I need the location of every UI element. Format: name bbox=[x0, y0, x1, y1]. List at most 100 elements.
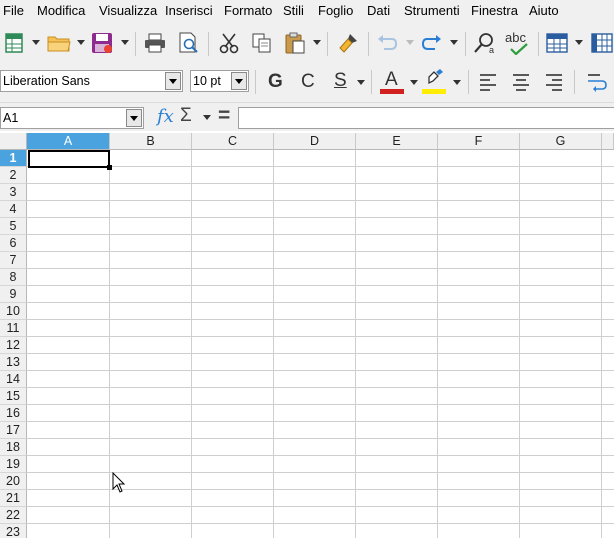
column-header-b[interactable]: B bbox=[110, 133, 192, 150]
wrap-text-button[interactable] bbox=[586, 72, 608, 95]
row-header-15[interactable]: 15 bbox=[0, 388, 27, 405]
redo-dropdown-icon[interactable] bbox=[450, 40, 458, 45]
row-header-11[interactable]: 11 bbox=[0, 320, 27, 337]
name-box[interactable]: A1 bbox=[0, 107, 144, 129]
row-header-4[interactable]: 4 bbox=[0, 201, 27, 218]
menu-strumenti[interactable]: Strumenti bbox=[404, 3, 460, 18]
menu-aiuto[interactable]: Aiuto bbox=[529, 3, 559, 18]
font-name-combo[interactable]: Liberation Sans bbox=[0, 70, 183, 92]
font-size-dropdown-icon[interactable] bbox=[231, 72, 247, 90]
formula-button[interactable]: = bbox=[218, 104, 230, 128]
sum-dropdown-icon[interactable] bbox=[203, 115, 211, 120]
column-header-c[interactable]: C bbox=[192, 133, 274, 150]
font-name-dropdown-icon[interactable] bbox=[165, 72, 181, 90]
print-button[interactable] bbox=[143, 29, 167, 57]
find-replace-icon: a bbox=[474, 33, 494, 55]
highlight-dropdown-icon[interactable] bbox=[453, 80, 461, 85]
align-left-button[interactable] bbox=[478, 72, 498, 95]
open-button[interactable] bbox=[46, 29, 72, 57]
cut-button[interactable] bbox=[216, 29, 242, 57]
menu-foglio[interactable]: Foglio bbox=[318, 3, 353, 18]
row-header-2[interactable]: 2 bbox=[0, 167, 27, 184]
row-header-1[interactable]: 1 bbox=[0, 150, 27, 167]
align-left-icon bbox=[480, 74, 496, 91]
row-header-9[interactable]: 9 bbox=[0, 286, 27, 303]
menu-stili[interactable]: Stili bbox=[283, 3, 304, 18]
formula-input[interactable] bbox=[238, 107, 614, 129]
select-all-corner[interactable] bbox=[0, 133, 27, 150]
copy-button[interactable] bbox=[250, 29, 274, 57]
highlight-button[interactable] bbox=[422, 69, 446, 97]
name-box-value: A1 bbox=[3, 111, 19, 125]
find-replace-button[interactable]: a bbox=[472, 29, 498, 57]
new-spreadsheet-button[interactable] bbox=[4, 29, 24, 57]
underline-button[interactable]: S bbox=[334, 70, 347, 92]
row-gridline bbox=[27, 285, 614, 286]
print-preview-button[interactable] bbox=[177, 29, 201, 57]
paste-dropdown-icon[interactable] bbox=[313, 40, 321, 45]
column-gridline bbox=[601, 150, 602, 538]
row-gridline bbox=[27, 183, 614, 184]
row-header-23[interactable]: 23 bbox=[0, 524, 27, 538]
active-cell-a1[interactable] bbox=[28, 150, 110, 168]
align-right-button[interactable] bbox=[544, 72, 564, 95]
save-dropdown-icon[interactable] bbox=[121, 40, 129, 45]
font-color-dropdown-icon[interactable] bbox=[410, 80, 418, 85]
row-header-19[interactable]: 19 bbox=[0, 456, 27, 473]
menu-finestra[interactable]: Finestra bbox=[471, 3, 518, 18]
clone-formatting-button[interactable] bbox=[336, 29, 360, 57]
row-gridline bbox=[27, 523, 614, 524]
row-header-5[interactable]: 5 bbox=[0, 218, 27, 235]
save-button[interactable] bbox=[90, 29, 114, 57]
row-header-3[interactable]: 3 bbox=[0, 184, 27, 201]
menu-inserisci[interactable]: Inserisci bbox=[165, 3, 213, 18]
columns-button[interactable] bbox=[590, 29, 614, 57]
function-wizard-button[interactable]: fx bbox=[157, 106, 174, 127]
row-header-17[interactable]: 17 bbox=[0, 422, 27, 439]
undo-dropdown-icon[interactable] bbox=[406, 40, 414, 45]
column-header-e[interactable]: E bbox=[356, 133, 438, 150]
row-header-10[interactable]: 10 bbox=[0, 303, 27, 320]
rows-dropdown-icon[interactable] bbox=[575, 40, 583, 45]
spelling-button[interactable]: abc bbox=[504, 29, 532, 57]
toolbar-separator bbox=[371, 70, 372, 94]
row-header-6[interactable]: 6 bbox=[0, 235, 27, 252]
toolbar-separator bbox=[465, 32, 466, 56]
row-header-13[interactable]: 13 bbox=[0, 354, 27, 371]
italic-button[interactable]: C bbox=[301, 71, 315, 93]
paste-button[interactable] bbox=[283, 29, 307, 57]
align-center-button[interactable] bbox=[511, 72, 531, 95]
row-header-18[interactable]: 18 bbox=[0, 439, 27, 456]
menu-modifica[interactable]: Modifica bbox=[37, 3, 85, 18]
column-header-d[interactable]: D bbox=[274, 133, 356, 150]
autofill-handle[interactable] bbox=[107, 165, 112, 170]
column-header-a[interactable]: A bbox=[27, 133, 110, 150]
undo-button[interactable] bbox=[374, 29, 400, 57]
bold-button[interactable]: G bbox=[268, 71, 283, 93]
row-header-16[interactable]: 16 bbox=[0, 405, 27, 422]
menu-visualizza[interactable]: Visualizza bbox=[99, 3, 157, 18]
column-header-f[interactable]: F bbox=[438, 133, 520, 150]
open-dropdown-icon[interactable] bbox=[77, 40, 85, 45]
menu-dati[interactable]: Dati bbox=[367, 3, 390, 18]
redo-button[interactable] bbox=[419, 29, 445, 57]
menu-file[interactable]: File bbox=[3, 3, 24, 18]
sum-button[interactable]: Σ bbox=[180, 105, 192, 127]
row-header-8[interactable]: 8 bbox=[0, 269, 27, 286]
underline-dropdown-icon[interactable] bbox=[357, 80, 365, 85]
menu-formato[interactable]: Formato bbox=[224, 3, 272, 18]
row-header-22[interactable]: 22 bbox=[0, 507, 27, 524]
new-dropdown-icon[interactable] bbox=[32, 40, 40, 45]
font-color-button[interactable]: A bbox=[380, 69, 404, 97]
column-header-h[interactable] bbox=[602, 133, 614, 150]
column-header-g[interactable]: G bbox=[520, 133, 602, 150]
name-box-dropdown-icon[interactable] bbox=[126, 109, 142, 127]
row-header-20[interactable]: 20 bbox=[0, 473, 27, 490]
standard-toolbar: a abc bbox=[0, 22, 614, 66]
row-header-12[interactable]: 12 bbox=[0, 337, 27, 354]
rows-button[interactable] bbox=[545, 29, 569, 57]
font-size-combo[interactable]: 10 pt bbox=[190, 70, 249, 92]
row-header-7[interactable]: 7 bbox=[0, 252, 27, 269]
row-header-14[interactable]: 14 bbox=[0, 371, 27, 388]
row-header-21[interactable]: 21 bbox=[0, 490, 27, 507]
